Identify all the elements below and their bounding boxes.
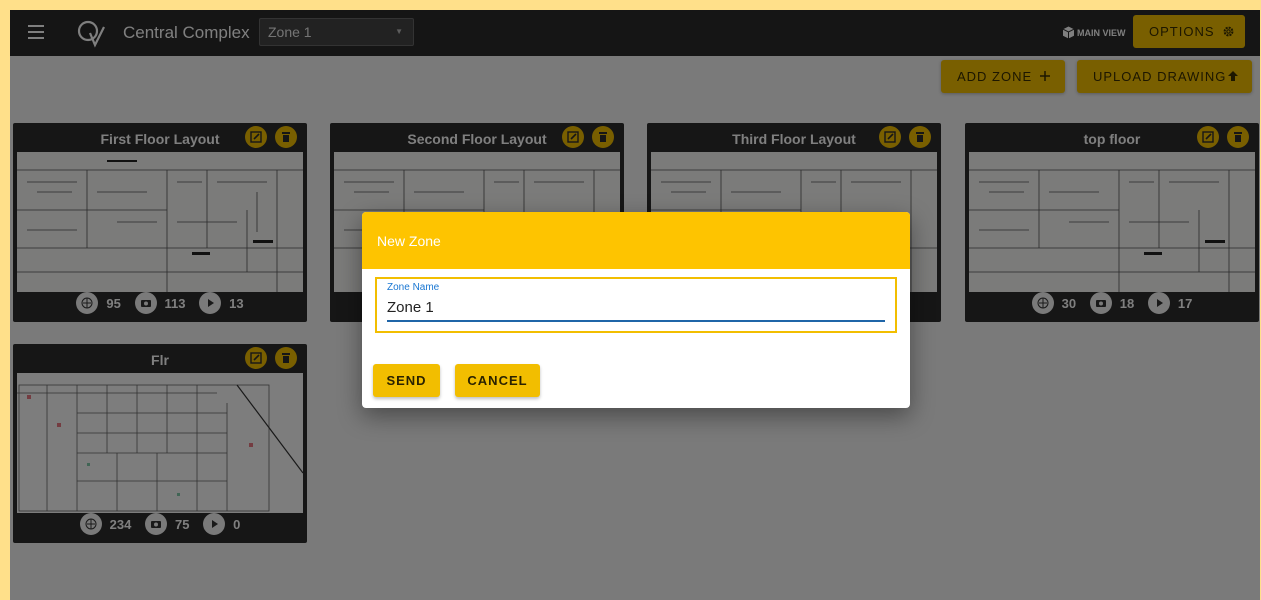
zone-name-input[interactable] [387,293,883,321]
dialog-header: New Zone [362,212,910,269]
zone-name-field: Zone Name [375,277,897,333]
send-button[interactable]: SEND [373,364,440,397]
dialog-title: New Zone [377,233,441,249]
input-underline [387,320,885,322]
app-frame: Central Complex Zone 1 ▼ MAIN VIEW OPTIO… [10,10,1260,600]
zone-name-label: Zone Name [387,282,440,293]
cancel-button[interactable]: CANCEL [455,364,540,397]
new-zone-dialog: New Zone Zone Name SEND CANCEL [362,212,910,408]
